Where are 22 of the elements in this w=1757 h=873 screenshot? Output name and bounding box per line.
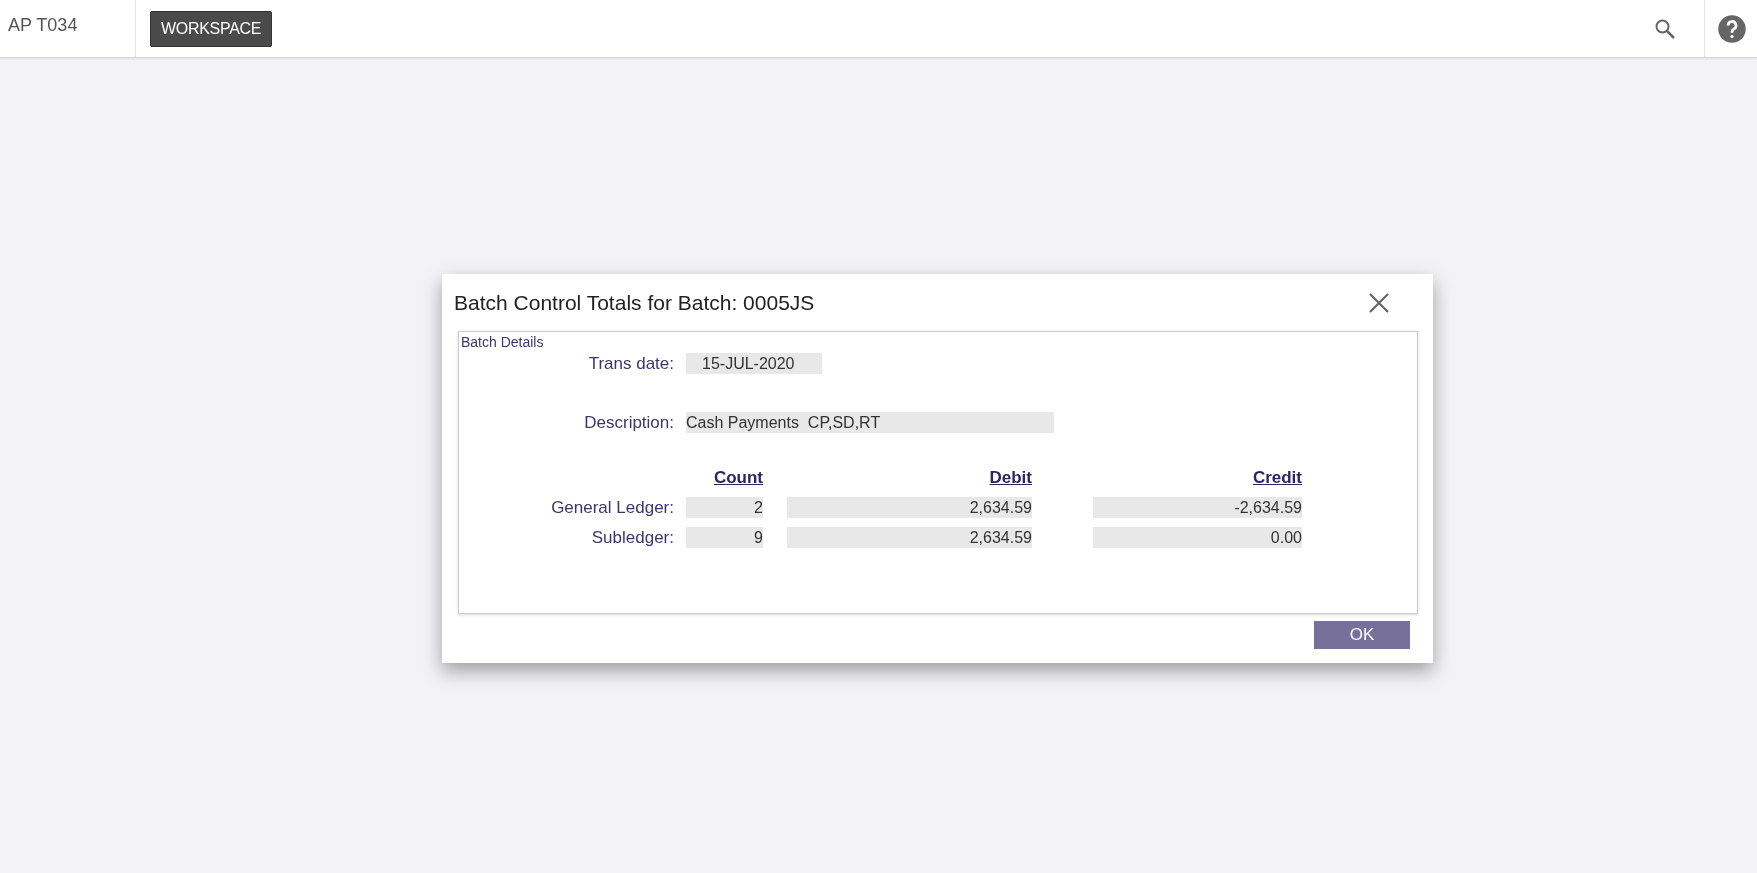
count-value: 9 (686, 527, 763, 548)
ok-button[interactable]: OK (1314, 621, 1410, 649)
count-value: 2 (686, 497, 763, 518)
credit-value: 0.00 (1093, 527, 1302, 548)
workspace-button[interactable]: WORKSPACE (150, 10, 273, 47)
field-value: Cash Payments CP,SD,RT (686, 412, 1054, 433)
debit-value: 2,634.59 (787, 497, 1032, 518)
debit-value: 2,634.59 (787, 527, 1032, 548)
close-icon[interactable] (1368, 291, 1390, 314)
dialog-title: Batch Control Totals for Batch: 0005JS (454, 290, 815, 315)
credit-value: -2,634.59 (1093, 497, 1302, 518)
column-header[interactable]: Count (713, 468, 763, 488)
column-header[interactable]: Debit (989, 468, 1032, 488)
row-label: Subledger: (590, 527, 674, 548)
column-header[interactable]: Credit (1252, 468, 1302, 488)
app-title: AP T034 (0, 0, 136, 57)
help-icon[interactable] (1717, 13, 1747, 44)
row-label: General Ledger: (550, 497, 674, 518)
field-value: 15-JUL-2020 (686, 353, 822, 374)
group-label: Batch Details (461, 334, 545, 350)
field-label: Description: (583, 412, 674, 433)
field-label: Trans date: (587, 353, 674, 374)
